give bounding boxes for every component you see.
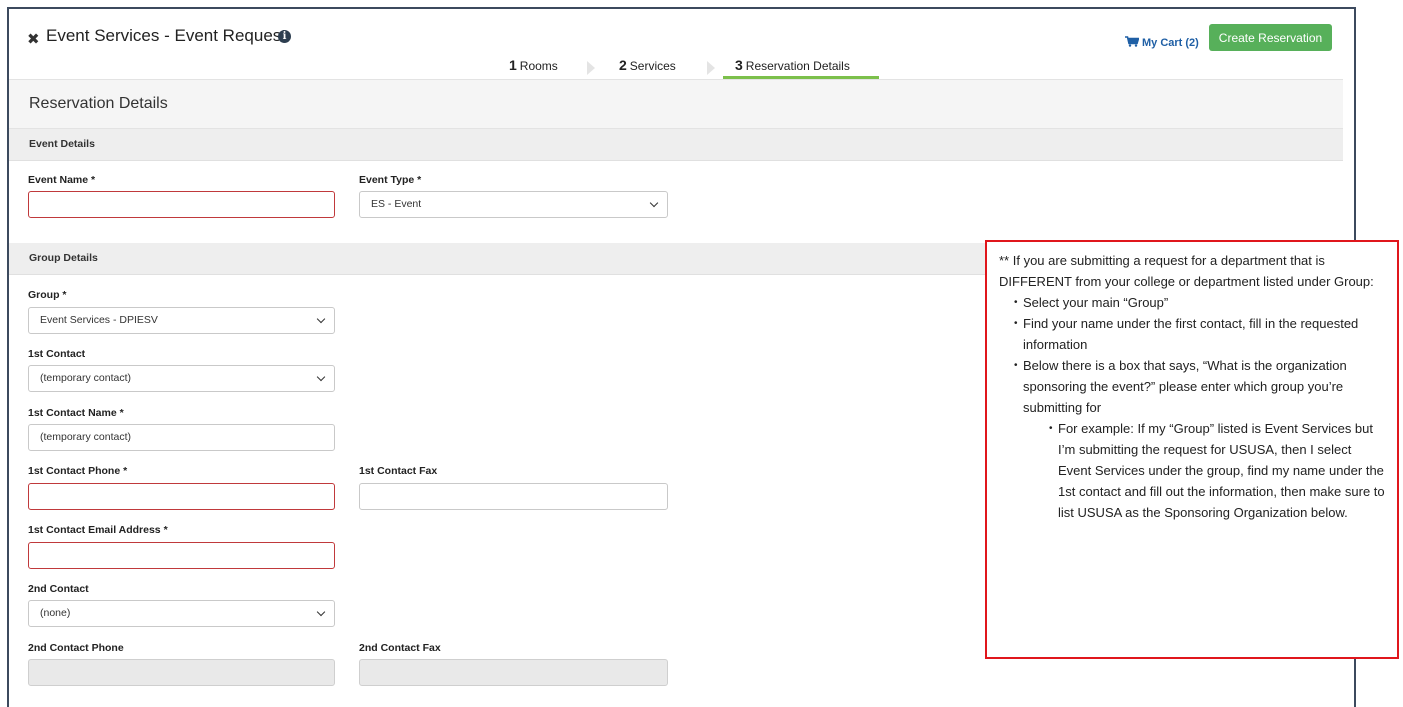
event-type-select[interactable]: ES - Event: [359, 191, 668, 218]
contact1-fax-label: 1st Contact Fax: [359, 465, 438, 477]
title-bar: ✖ Event Services - Event Request i My Ca…: [9, 9, 1354, 79]
callout-bullet: Select your main “Group”: [1014, 292, 1385, 313]
callout-sub-list: For example: If my “Group” listed is Eve…: [1023, 418, 1385, 523]
group-label: Group *: [28, 289, 67, 301]
contact2-select[interactable]: (none): [28, 600, 335, 627]
contact1-email-input[interactable]: [28, 542, 335, 569]
contact2-phone-input: [28, 659, 335, 686]
step-number: 2: [619, 57, 627, 73]
contact1-name-input[interactable]: (temporary contact): [28, 424, 335, 451]
step-reservation-details[interactable]: 3 Reservation Details: [723, 57, 879, 79]
callout-bullet: Find your name under the first contact, …: [1014, 313, 1385, 355]
step-label: Rooms: [519, 59, 558, 73]
callout-bullet: Below there is a box that says, “What is…: [1014, 355, 1385, 523]
contact1-phone-label: 1st Contact Phone *: [28, 465, 128, 477]
contact1-select[interactable]: (temporary contact): [28, 365, 335, 392]
instruction-callout: ** If you are submitting a request for a…: [985, 240, 1399, 659]
close-icon[interactable]: ✖: [27, 30, 40, 48]
step-services[interactable]: 2 Services: [619, 57, 676, 79]
contact1-email-label: 1st Contact Email Address *: [28, 524, 168, 536]
group-value: Event Services - DPIESV: [40, 314, 158, 326]
contact2-label: 2nd Contact: [28, 583, 89, 595]
callout-intro: ** If you are submitting a request for a…: [999, 253, 1374, 289]
contact1-phone-input[interactable]: [28, 483, 335, 510]
section-header-reservation-details: Reservation Details: [9, 79, 1343, 129]
contact1-value: (temporary contact): [40, 372, 132, 384]
contact1-label: 1st Contact: [28, 348, 86, 360]
page-title: Event Services - Event Request: [46, 26, 287, 45]
group-select[interactable]: Event Services - DPIESV: [28, 307, 335, 334]
info-icon[interactable]: i: [278, 30, 291, 43]
callout-sub-bullet: For example: If my “Group” listed is Eve…: [1049, 418, 1385, 523]
event-type-label: Event Type *: [359, 174, 422, 186]
event-details-title: Event Details: [29, 138, 95, 150]
my-cart-link[interactable]: My Cart (2): [1125, 36, 1199, 49]
contact2-fax-label: 2nd Contact Fax: [359, 642, 441, 654]
contact2-fax-input: [359, 659, 668, 686]
step-rooms[interactable]: 1 Rooms: [509, 57, 558, 79]
event-name-input[interactable]: [28, 191, 335, 218]
contact1-fax-input[interactable]: [359, 483, 668, 510]
step-arrow-icon: [587, 61, 595, 75]
event-name-label: Event Name *: [28, 174, 96, 186]
callout-bullet-list: Select your main “Group” Find your name …: [999, 292, 1385, 523]
contact2-value: (none): [40, 607, 71, 619]
event-type-value: ES - Event: [371, 198, 422, 210]
step-arrow-icon: [707, 61, 715, 75]
contact2-phone-label: 2nd Contact Phone: [28, 642, 124, 654]
create-reservation-button[interactable]: Create Reservation: [1209, 24, 1332, 51]
step-number: 3: [735, 57, 743, 73]
my-cart-label: My Cart (2): [1142, 37, 1199, 49]
step-number: 1: [509, 57, 517, 73]
event-details-header: Event Details: [9, 129, 1343, 161]
step-label: Services: [629, 59, 676, 73]
step-label: Reservation Details: [745, 59, 850, 73]
section-title: Reservation Details: [29, 95, 168, 112]
cart-icon: [1125, 36, 1139, 47]
callout-bullet-text: Below there is a box that says, “What is…: [1023, 358, 1347, 415]
group-details-title: Group Details: [29, 252, 98, 264]
contact1-name-label: 1st Contact Name *: [28, 407, 124, 419]
